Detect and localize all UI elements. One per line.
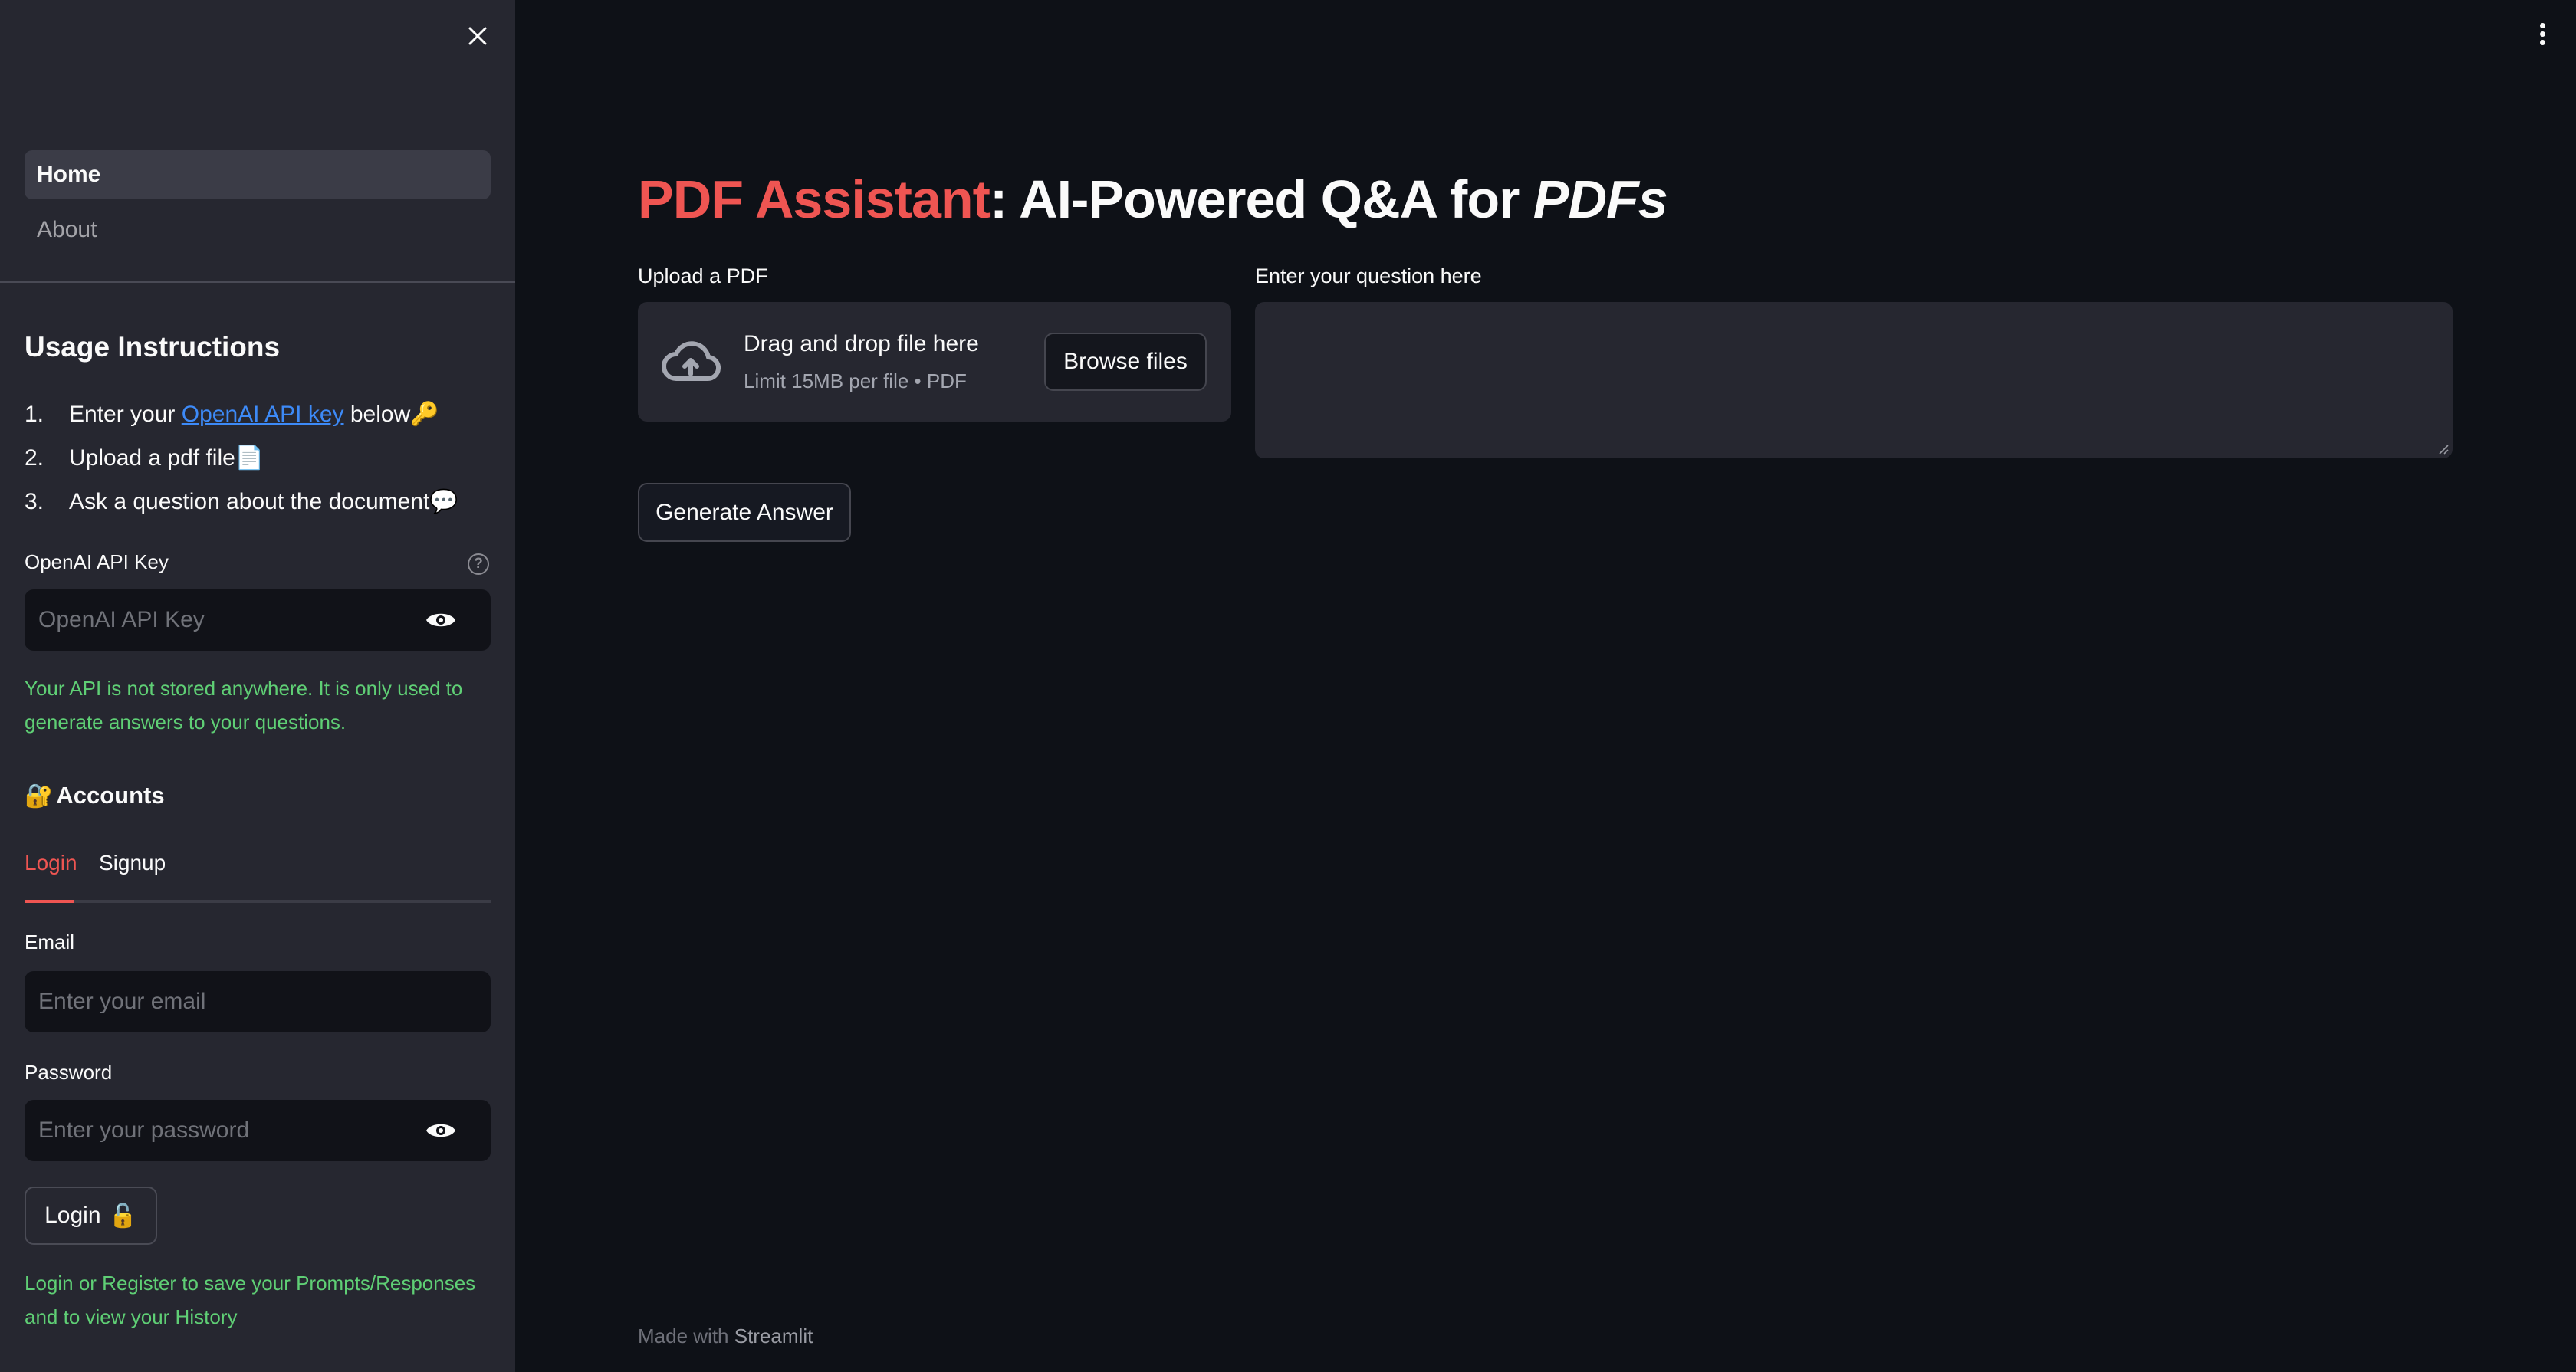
tab-signup[interactable]: Signup	[99, 851, 166, 875]
email-input[interactable]	[38, 989, 391, 1015]
usage-instructions-heading: Usage Instructions	[25, 331, 281, 363]
page-title-italic: PDFs	[1533, 169, 1668, 229]
sidebar-item-label: Home	[37, 162, 101, 187]
login-button-label: Login	[44, 1203, 101, 1228]
footer: Made with Streamlit	[638, 1324, 813, 1348]
kebab-menu-icon	[2539, 31, 2545, 37]
list-item: 2. Upload a pdf file 📄	[25, 441, 458, 484]
accounts-title-text: Accounts	[56, 782, 165, 809]
close-sidebar-button[interactable]	[465, 23, 491, 49]
close-icon	[468, 27, 487, 45]
lock-with-key-icon: 🔐	[25, 782, 54, 809]
key-icon: 🔑	[410, 401, 439, 428]
api-key-input[interactable]	[38, 607, 391, 633]
list-text: Upload a pdf file	[69, 445, 235, 471]
list-number: 3.	[25, 489, 44, 514]
question-field	[1255, 302, 2453, 458]
sidebar-item-label: About	[37, 217, 97, 242]
page-title: PDF Assistant: AI-Powered Q&A for PDFs	[638, 169, 1668, 230]
question-textarea[interactable]	[1255, 302, 2453, 458]
page-title-text: : AI-Powered Q&A for	[989, 169, 1533, 229]
usage-instructions-list: 1. Enter your OpenAI API key below 🔑 2. …	[25, 397, 458, 528]
api-key-label: OpenAI API Key	[25, 550, 169, 573]
sidebar: Home About Usage Instructions 1. Enter y…	[0, 0, 515, 1372]
api-key-field	[25, 589, 491, 651]
sidebar-item-home[interactable]: Home	[25, 150, 491, 199]
question-label: Enter your question here	[1255, 264, 1482, 287]
email-field	[25, 971, 491, 1032]
password-field	[25, 1100, 491, 1161]
question-circle-icon[interactable]: ?	[468, 553, 489, 575]
password-input[interactable]	[38, 1118, 391, 1144]
accounts-heading: 🔐 Accounts	[25, 782, 165, 809]
account-tabs: Login Signup	[25, 851, 491, 903]
resize-handle-icon[interactable]	[2437, 443, 2450, 455]
login-notice: Login or Register to save your Prompts/R…	[25, 1272, 476, 1328]
upload-label: Upload a PDF	[638, 264, 768, 287]
list-item: 1. Enter your OpenAI API key below 🔑	[25, 397, 458, 441]
eye-icon[interactable]	[425, 1121, 457, 1141]
upload-limit: Limit 15MB per file • PDF	[744, 369, 967, 392]
login-button[interactable]: Login 🔓	[25, 1187, 157, 1245]
upload-instructions: Drag and drop file here	[744, 331, 979, 356]
list-text: below	[343, 402, 411, 427]
list-number: 1.	[25, 402, 44, 427]
sidebar-nav: Home About	[25, 150, 491, 261]
speech-bubble-icon: 💬	[429, 488, 458, 515]
page-title-brand: PDF Assistant	[638, 169, 991, 229]
email-label: Email	[25, 931, 75, 954]
document-icon: 📄	[235, 445, 264, 471]
tab-track	[25, 900, 491, 903]
password-label: Password	[25, 1061, 113, 1084]
list-text: Ask a question about the document	[69, 489, 430, 514]
list-item: 3. Ask a question about the document 💬	[25, 484, 458, 528]
kebab-menu-icon	[2539, 22, 2545, 28]
list-text: Enter your	[69, 402, 182, 427]
streamlit-link[interactable]: Streamlit	[734, 1324, 813, 1347]
cloud-upload-icon	[662, 341, 721, 382]
unlocked-icon: 🔓	[108, 1202, 137, 1229]
file-uploader-dropzone[interactable]: Drag and drop file here Limit 15MB per f…	[638, 302, 1231, 422]
eye-icon[interactable]	[425, 610, 457, 630]
openai-api-key-link[interactable]: OpenAI API key	[182, 397, 344, 441]
api-key-notice: Your API is not stored anywhere. It is o…	[25, 677, 463, 734]
footer-text: Made with	[638, 1324, 734, 1347]
nav-divider	[0, 281, 515, 283]
sidebar-item-about[interactable]: About	[25, 205, 491, 254]
tab-login[interactable]: Login	[25, 851, 77, 875]
kebab-menu-icon	[2539, 39, 2545, 45]
list-number: 2.	[25, 445, 44, 471]
main-menu-button[interactable]	[2530, 20, 2555, 48]
tab-active-indicator	[25, 900, 74, 903]
browse-files-button[interactable]: Browse files	[1044, 333, 1207, 391]
generate-answer-button[interactable]: Generate Answer	[638, 483, 851, 542]
